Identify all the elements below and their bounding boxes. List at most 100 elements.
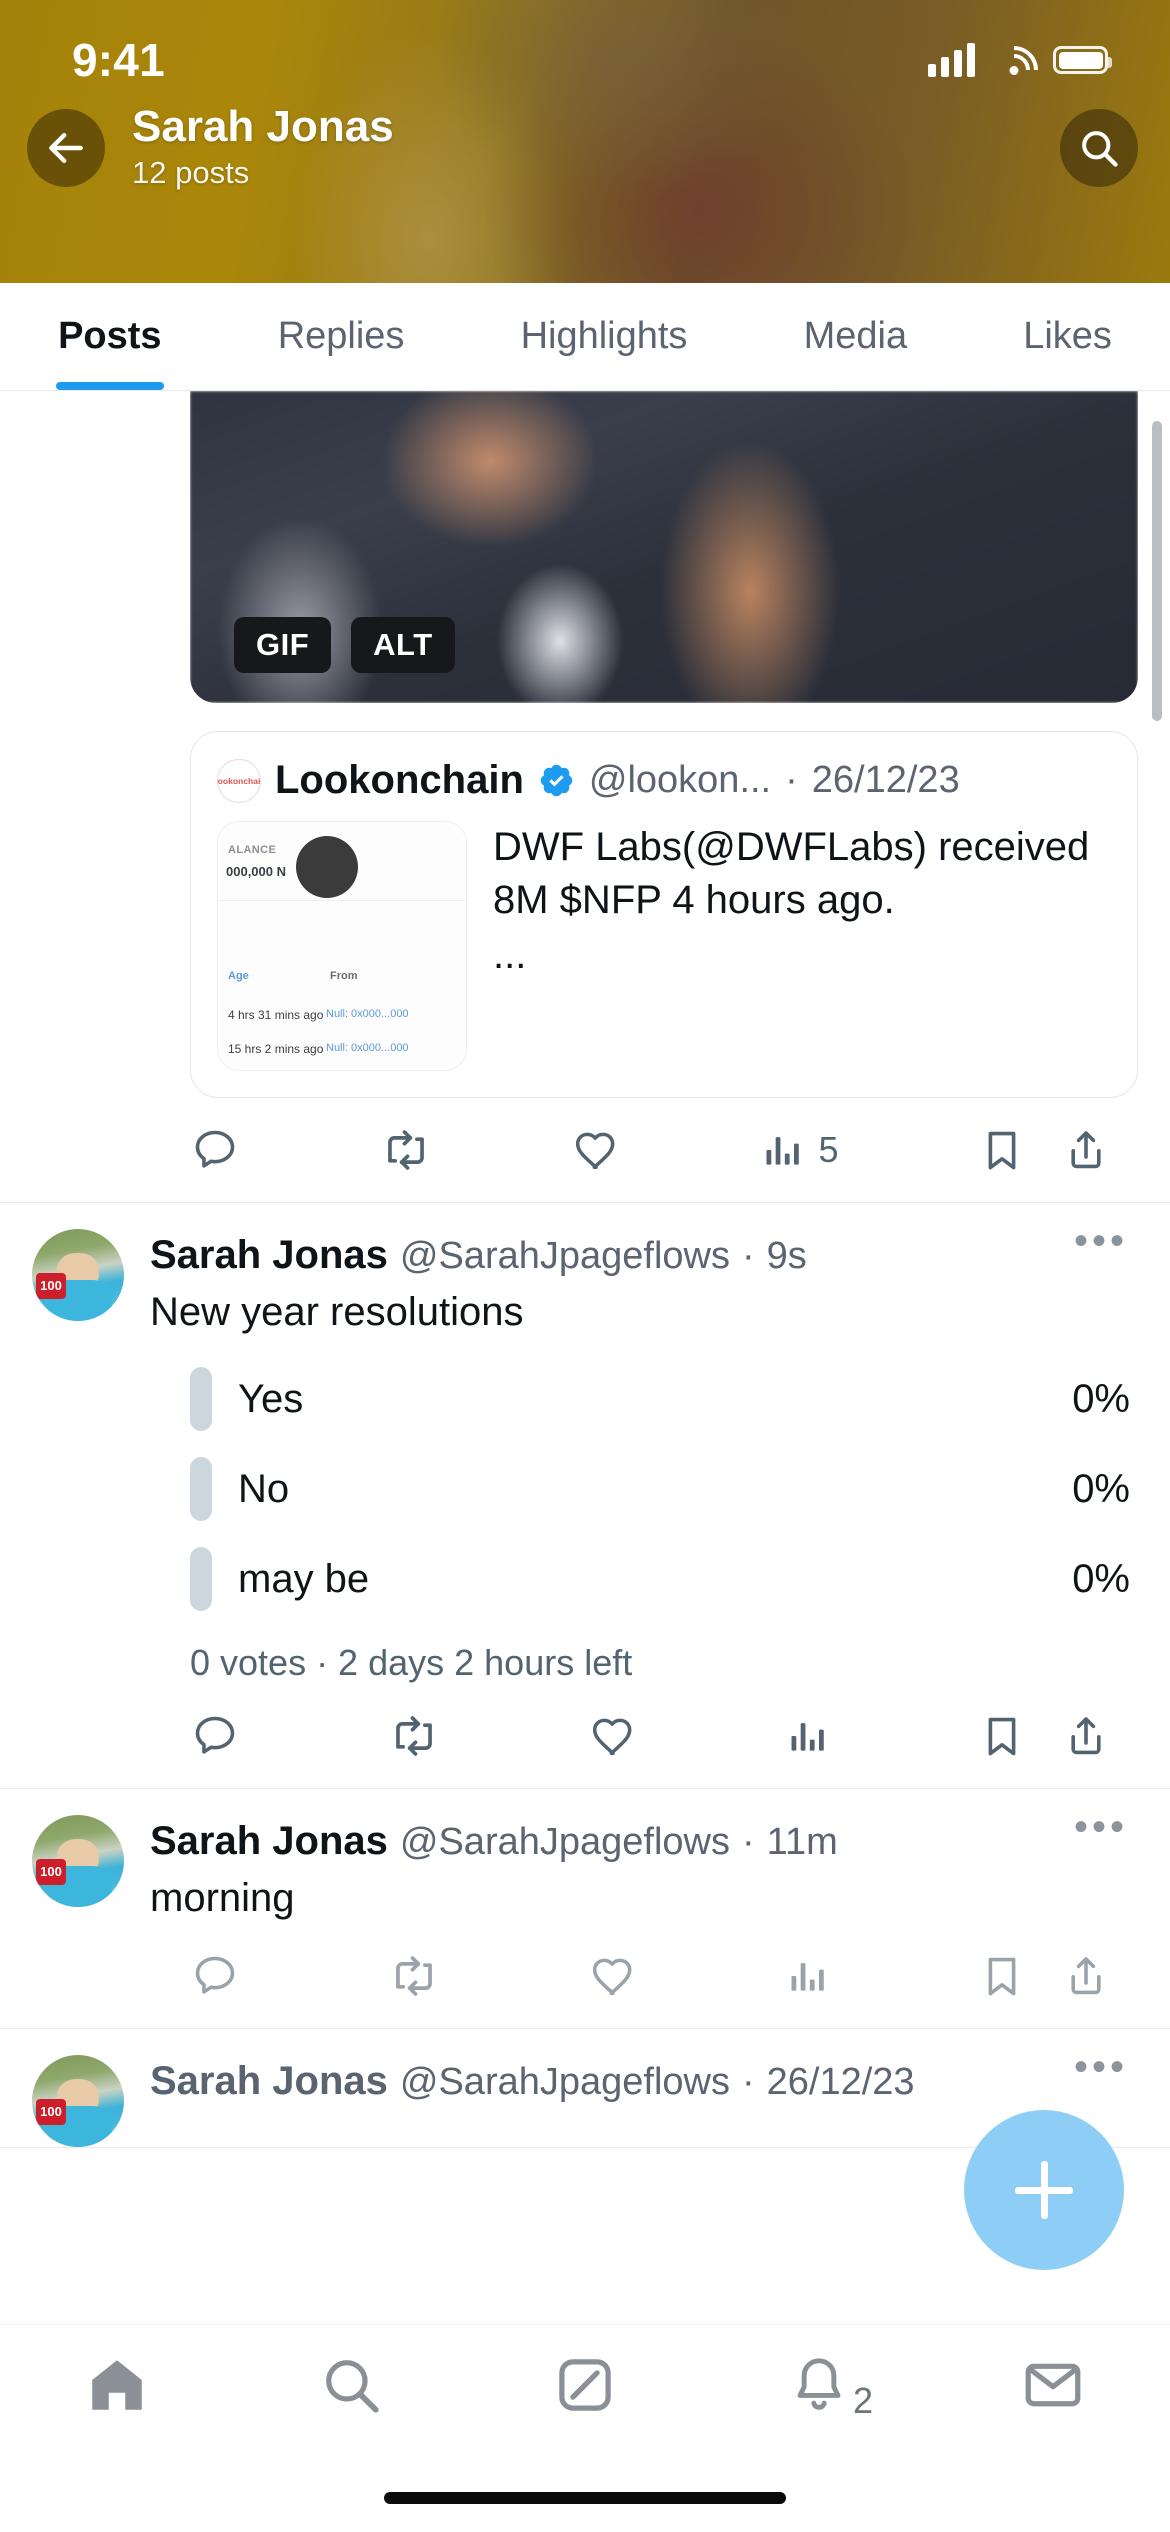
reply-button[interactable] (190, 1125, 240, 1175)
share-icon (1071, 1957, 1101, 1995)
scrollbar-thumb[interactable] (1152, 421, 1162, 721)
post-text: morning (150, 1876, 295, 1920)
post-timestamp: 11m (766, 1821, 838, 1863)
cellular-signal-icon (928, 43, 975, 77)
post-poll[interactable]: 100 Sarah Jonas @SarahJpageflows · 9s Ne… (0, 1203, 1170, 1789)
quoted-text: DWF Labs(@DWFLabs) received 8M $NFP 4 ho… (493, 825, 1090, 922)
post-display-name: Sarah Jonas (150, 2059, 388, 2103)
nav-search[interactable] (234, 2352, 468, 2418)
tab-posts[interactable]: Posts (0, 283, 220, 390)
more-options-icon[interactable]: ••• (1074, 1221, 1138, 1261)
tab-replies[interactable]: Replies (220, 283, 463, 390)
bookmark-button[interactable] (978, 1126, 1026, 1174)
post-morning-identity: Sarah Jonas @SarahJpageflows · 11m (150, 1819, 1074, 1864)
poll-option-row[interactable]: No 0% (190, 1444, 1130, 1534)
post-timestamp: 26/12/23 (766, 2061, 915, 2103)
post-display-name: Sarah Jonas (150, 1233, 388, 1277)
like-button[interactable] (588, 1711, 638, 1761)
quoted-thumbnail[interactable]: ALANCE 000,000 N Age From 4 hrs 31 mins … (217, 821, 467, 1071)
more-options-icon[interactable]: ••• (1074, 2047, 1138, 2087)
bookmark-button[interactable] (978, 1712, 1026, 1760)
share-button[interactable] (1062, 1952, 1110, 2000)
poll-option-percent: 0% (1072, 1376, 1130, 1421)
nav-messages[interactable] (936, 2352, 1170, 2418)
messages-icon (1025, 2363, 1081, 2406)
poll-footer: 0 votes · 2 days 2 hours left (190, 1642, 633, 1683)
grok-icon (559, 2358, 611, 2411)
nav-grok[interactable] (468, 2352, 702, 2418)
bookmark-icon (988, 1717, 1016, 1756)
like-icon (575, 1132, 615, 1170)
views-button[interactable]: 5 (761, 1128, 839, 1172)
post-poll-identity: Sarah Jonas @SarahJpageflows · 9s (150, 1233, 1074, 1278)
tab-highlights[interactable]: Highlights (463, 283, 746, 390)
search-button[interactable] (1060, 108, 1138, 187)
nav-notifications[interactable]: 2 (702, 2352, 936, 2421)
share-button[interactable] (1062, 1126, 1110, 1174)
thumb-balance-value: 000,000 N (226, 864, 286, 879)
post-morning-header: 100 Sarah Jonas @SarahJpageflows · 11m m… (0, 1789, 1170, 1924)
poll-option-percent: 0% (1072, 1466, 1130, 1511)
views-icon (791, 1723, 824, 1751)
poll-option-label: may be (238, 1556, 370, 1601)
thumb-row1-age: 4 hrs 31 mins ago (228, 1008, 324, 1022)
poll-option-row[interactable]: Yes 0% (190, 1354, 1130, 1444)
avatar[interactable]: 100 (32, 1815, 124, 1907)
views-button[interactable] (786, 1714, 830, 1758)
post-separator: · (741, 1235, 755, 1277)
reply-button[interactable] (190, 1951, 240, 2001)
repost-icon (396, 1956, 432, 1996)
quoted-thumbnail-image: ALANCE 000,000 N Age From 4 hrs 31 mins … (218, 822, 466, 1070)
verified-badge-icon (540, 764, 573, 797)
avatar[interactable]: 100 (32, 1229, 124, 1321)
like-button[interactable] (571, 1125, 621, 1175)
repost-button[interactable] (380, 1124, 432, 1176)
quoted-post-header: Lookonchain Lookonchain @lookon... · 26/… (217, 758, 1111, 803)
quoted-avatar-label: Lookonchain (217, 775, 261, 786)
share-icon (1071, 1717, 1101, 1755)
quoted-post-body: ALANCE 000,000 N Age From 4 hrs 31 mins … (217, 821, 1111, 1071)
repost-icon (387, 1130, 424, 1170)
back-button[interactable] (27, 108, 105, 187)
reply-icon (195, 1716, 235, 1754)
nav-home[interactable] (0, 2352, 234, 2418)
avatar[interactable]: 100 (32, 2055, 124, 2147)
bookmark-icon (988, 1131, 1016, 1170)
post-gif-quote[interactable]: GIF ALT Lookonchain Lookonchain @lookon.… (0, 391, 1170, 1203)
quoted-post-card[interactable]: Lookonchain Lookonchain @lookon... · 26/… (190, 731, 1138, 1098)
quoted-display-name: Lookonchain (275, 758, 524, 802)
quoted-text-truncation: ... (493, 932, 527, 977)
post-handle: @SarahJpageflows (399, 1235, 730, 1277)
thumb-col-age: Age (228, 970, 249, 982)
tab-likes[interactable]: Likes (965, 283, 1170, 390)
poll-option-row[interactable]: may be 0% (190, 1534, 1130, 1624)
compose-button[interactable] (964, 2110, 1124, 2270)
thumb-divider (218, 900, 466, 901)
home-indicator (384, 2492, 786, 2504)
post-text: New year resolutions (150, 1290, 524, 1334)
tab-media[interactable]: Media (746, 283, 966, 390)
battery-icon (1053, 46, 1112, 74)
search-icon (326, 2359, 379, 2413)
wifi-icon (993, 44, 1035, 76)
post-morning[interactable]: 100 Sarah Jonas @SarahJpageflows · 11m m… (0, 1789, 1170, 2029)
gif-media[interactable]: GIF ALT (190, 391, 1138, 703)
gif-badge[interactable]: GIF (234, 617, 332, 673)
views-button[interactable] (786, 1954, 830, 1998)
views-count: 5 (818, 1129, 839, 1170)
more-options-icon[interactable]: ••• (1074, 1807, 1138, 1847)
bookmark-button[interactable] (978, 1952, 1026, 2000)
app-screen: 9:41 Sarah Jonas 12 posts Posts Replies … (0, 0, 1170, 2532)
profile-title-block: Sarah Jonas 12 posts (132, 102, 1060, 192)
alt-badge[interactable]: ALT (351, 617, 455, 673)
poll-widget: Yes 0% No 0% may be 0% (0, 1338, 1170, 1624)
post-poll-header: 100 Sarah Jonas @SarahJpageflows · 9s Ne… (0, 1203, 1170, 1338)
like-button[interactable] (588, 1951, 638, 2001)
repost-icon (396, 1716, 432, 1756)
share-button[interactable] (1062, 1712, 1110, 1760)
reply-button[interactable] (190, 1711, 240, 1761)
repost-button[interactable] (388, 1710, 440, 1762)
repost-button[interactable] (388, 1950, 440, 2002)
quoted-avatar[interactable]: Lookonchain (217, 758, 261, 803)
tab-replies-label: Replies (277, 315, 405, 357)
